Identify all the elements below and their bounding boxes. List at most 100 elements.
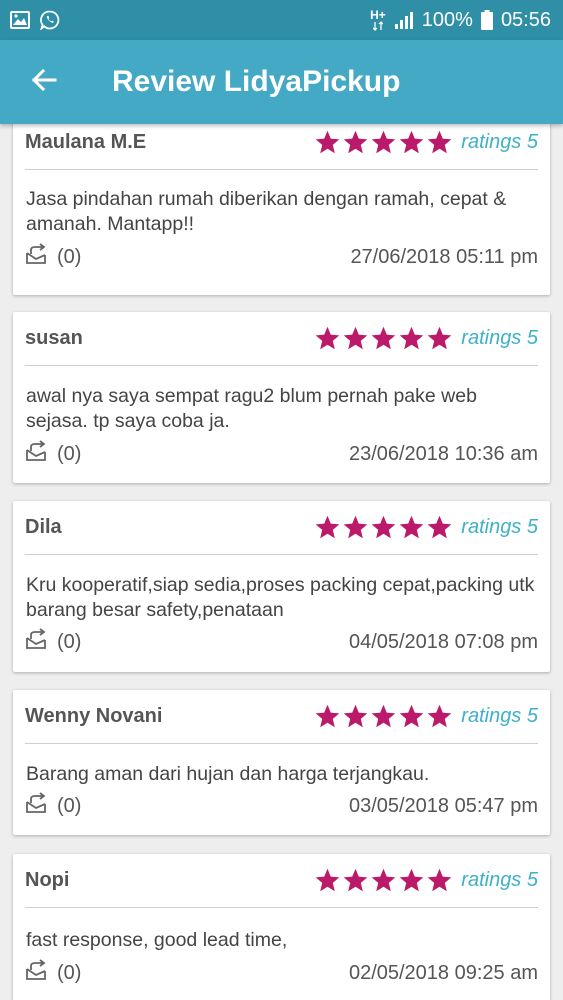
star-icon xyxy=(342,867,369,894)
reply-count: (0) xyxy=(57,442,82,465)
status-bar-left xyxy=(10,10,60,30)
reply-button[interactable]: (0) xyxy=(25,243,81,271)
review-footer: (0) 27/06/2018 05:11 pm xyxy=(25,243,538,271)
review-date: 27/06/2018 05:11 pm xyxy=(350,245,538,268)
review-card: Nopi ratings 5 fast response, good lead … xyxy=(13,854,550,1000)
review-header: Wenny Novani ratings 5 xyxy=(25,690,538,744)
reply-button[interactable]: (0) xyxy=(25,959,81,987)
star-icon xyxy=(398,325,425,352)
star-icon xyxy=(370,703,397,730)
reviewer-name: Wenny Novani xyxy=(25,705,163,727)
star-rating xyxy=(314,514,453,541)
review-card: susan ratings 5 awal nya saya sempat rag… xyxy=(13,312,550,483)
star-icon xyxy=(426,325,453,352)
reply-count: (0) xyxy=(57,245,82,268)
battery-icon xyxy=(480,10,493,30)
review-header: susan ratings 5 xyxy=(25,312,538,366)
reply-count: (0) xyxy=(57,630,82,653)
review-date: 02/05/2018 09:25 am xyxy=(348,961,538,984)
star-rating xyxy=(314,703,453,730)
reviewer-name: Maulana M.E xyxy=(25,131,147,153)
review-footer: (0) 02/05/2018 09:25 am xyxy=(25,959,538,987)
clock: 05:56 xyxy=(500,8,551,31)
image-icon xyxy=(10,11,30,29)
star-icon xyxy=(398,703,425,730)
rating-label: ratings 5 xyxy=(461,327,538,349)
star-icon xyxy=(398,129,425,156)
star-icon xyxy=(342,325,369,352)
star-icon xyxy=(426,703,453,730)
reply-count: (0) xyxy=(57,794,82,817)
star-rating xyxy=(314,325,453,352)
review-header: Nopi ratings 5 xyxy=(25,854,538,908)
reviewer-name: Nopi xyxy=(25,869,70,891)
review-text: awal nya saya sempat ragu2 blum pernah p… xyxy=(26,385,477,432)
star-icon xyxy=(426,129,453,156)
review-footer: (0) 04/05/2018 07:08 pm xyxy=(25,628,538,656)
review-card: Maulana M.E ratings 5 Jasa pindahan ruma… xyxy=(13,124,550,295)
review-text: Jasa pindahan rumah diberikan dengan ram… xyxy=(26,188,507,235)
review-text: fast response, good lead time, xyxy=(26,929,288,951)
review-text: Kru kooperatif,siap sedia,proses packing… xyxy=(26,574,535,621)
star-icon xyxy=(342,514,369,541)
reply-button[interactable]: (0) xyxy=(25,792,81,820)
star-icon xyxy=(314,129,341,156)
reply-icon xyxy=(25,243,49,271)
star-icon xyxy=(342,703,369,730)
star-icon xyxy=(426,867,453,894)
rating-label: ratings 5 xyxy=(461,131,538,153)
back-button[interactable] xyxy=(0,40,88,124)
battery-percent: 100% xyxy=(421,8,473,31)
star-icon xyxy=(314,867,341,894)
star-icon xyxy=(314,514,341,541)
rating: ratings 5 xyxy=(314,867,538,894)
network-label: H+ xyxy=(370,8,386,22)
network-hplus-icon: H+ xyxy=(370,9,386,31)
app-bar: Review LidyaPickup xyxy=(0,40,563,124)
review-header: Dila ratings 5 xyxy=(25,501,538,555)
star-icon xyxy=(370,129,397,156)
whatsapp-icon xyxy=(40,10,60,30)
review-footer: (0) 23/06/2018 10:36 am xyxy=(25,440,538,468)
status-bar: H+ 100% 05:56 xyxy=(0,0,563,40)
star-icon xyxy=(342,129,369,156)
star-icon xyxy=(370,325,397,352)
arrow-left-icon xyxy=(30,66,58,99)
status-bar-right: H+ 100% 05:56 xyxy=(370,9,551,32)
review-date: 03/05/2018 05:47 pm xyxy=(348,794,538,817)
reply-icon xyxy=(25,628,49,656)
review-date: 04/05/2018 07:08 pm xyxy=(348,630,538,653)
review-list[interactable]: Maulana M.E ratings 5 Jasa pindahan ruma… xyxy=(0,124,563,1000)
rating-label: ratings 5 xyxy=(461,869,538,891)
star-icon xyxy=(314,325,341,352)
reply-icon xyxy=(25,440,49,468)
rating-label: ratings 5 xyxy=(461,516,538,538)
rating-label: ratings 5 xyxy=(461,705,538,727)
star-icon xyxy=(370,514,397,541)
review-date: 23/06/2018 10:36 am xyxy=(348,442,538,465)
page-title: Review LidyaPickup xyxy=(112,65,401,98)
review-header: Maulana M.E ratings 5 xyxy=(25,124,538,170)
star-icon xyxy=(426,514,453,541)
reply-button[interactable]: (0) xyxy=(25,440,81,468)
rating: ratings 5 xyxy=(314,703,538,730)
rating: ratings 5 xyxy=(314,129,538,156)
review-card: Wenny Novani ratings 5 Barang aman dari … xyxy=(13,690,550,835)
rating: ratings 5 xyxy=(314,325,538,352)
star-icon xyxy=(398,867,425,894)
review-footer: (0) 03/05/2018 05:47 pm xyxy=(25,792,538,820)
star-icon xyxy=(398,514,425,541)
reviewer-name: Dila xyxy=(25,516,62,538)
review-card: Dila ratings 5 Kru kooperatif,siap sedia… xyxy=(13,501,550,672)
reply-count: (0) xyxy=(57,961,82,984)
review-text: Barang aman dari hujan dan harga terjang… xyxy=(26,763,430,785)
reply-button[interactable]: (0) xyxy=(25,628,81,656)
reply-icon xyxy=(25,792,49,820)
star-rating xyxy=(314,129,453,156)
star-icon xyxy=(370,867,397,894)
signal-icon xyxy=(394,11,414,29)
reviewer-name: susan xyxy=(25,327,83,349)
star-icon xyxy=(314,703,341,730)
star-rating xyxy=(314,867,453,894)
reply-icon xyxy=(25,959,49,987)
